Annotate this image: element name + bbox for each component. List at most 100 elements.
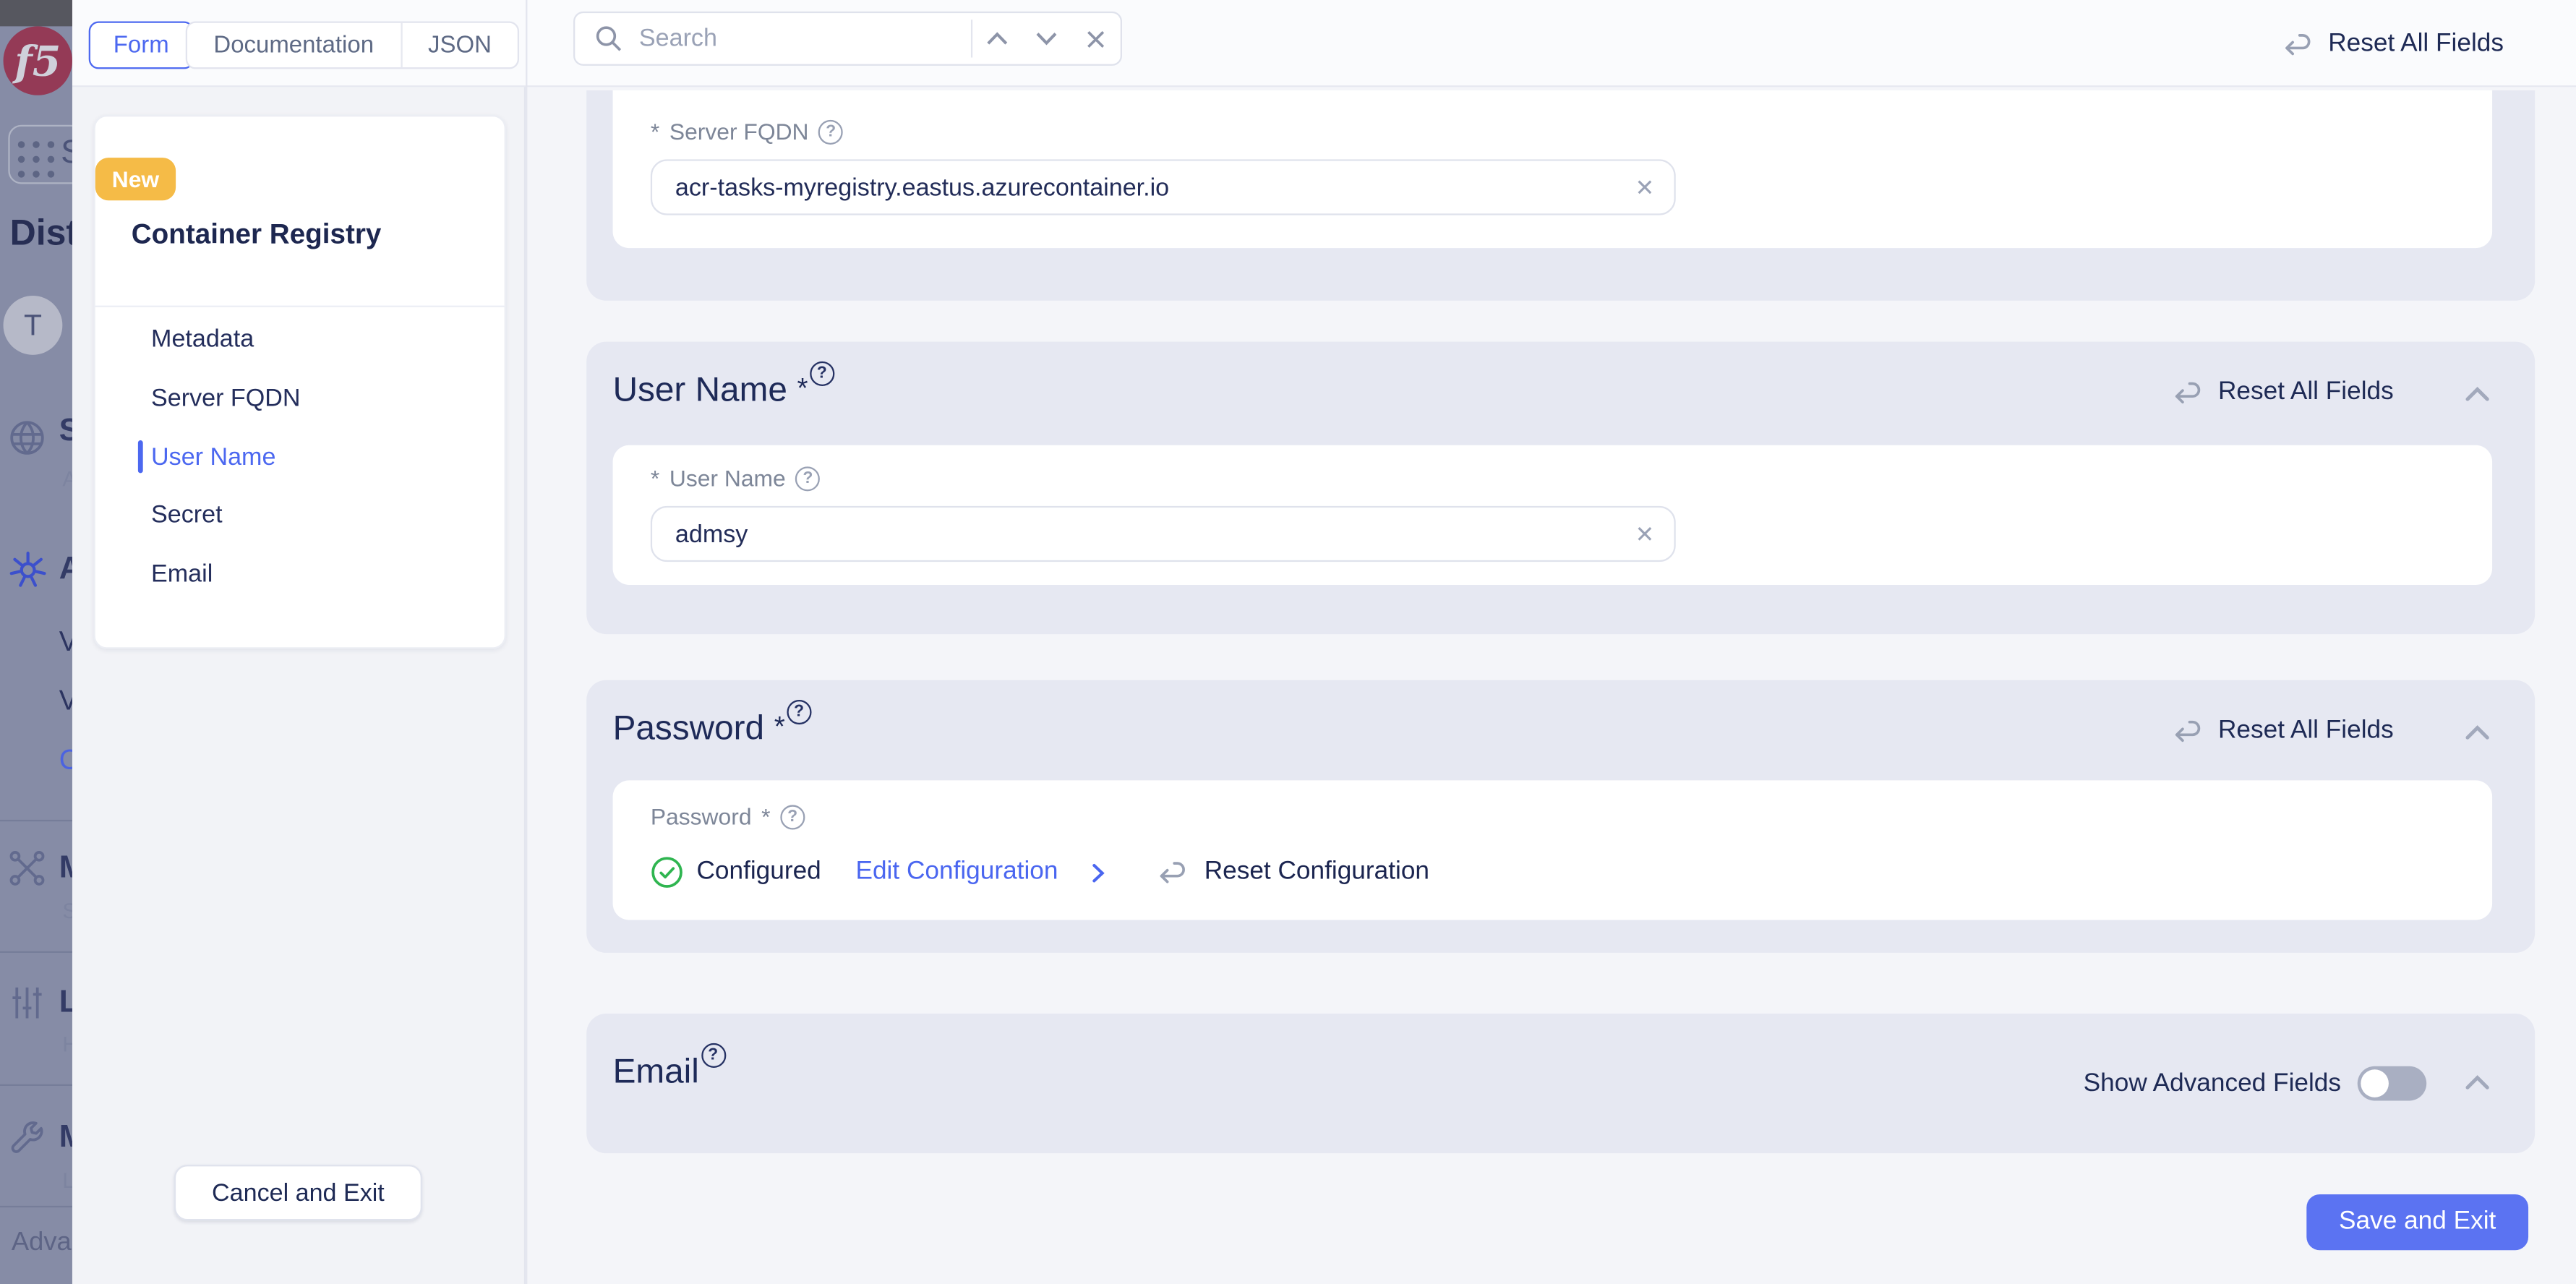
password-section-header: Password * ? [613,710,812,750]
tab-form-label: Form [114,32,169,58]
tab-json[interactable]: JSON [402,23,518,67]
nav-item-metadata[interactable]: Metadata [151,320,254,356]
section-title: User Name [613,372,787,411]
sidebar-footer-truncated[interactable]: Advan [12,1229,72,1259]
undo-icon [2280,29,2313,59]
user-name-card: * User Name ? ✕ [613,445,2493,585]
chevron-up-icon [2464,724,2490,741]
sidebar-item-label[interactable]: V [59,626,72,659]
user-name-section-header: User Name * ? [613,372,834,411]
collapse-section-button[interactable] [2464,724,2490,741]
console-header-strip [0,0,72,26]
wrench-icon [7,1117,48,1158]
user-name-input[interactable] [672,518,1635,549]
reset-fields-label: Reset All Fields [2218,378,2394,408]
save-and-exit-button[interactable]: Save and Exit [2306,1194,2528,1250]
f5-logo-text: f5 [14,40,61,82]
sidebar-item-label[interactable]: L [59,985,72,1022]
avatar[interactable]: T [4,296,63,355]
password-reset-button[interactable]: Reset All Fields [2170,716,2394,746]
password-card: Password * ? Configured Edit Configurati… [613,780,2493,920]
app-window: f5 S Dist T S A A [0,0,2576,1284]
tab-form[interactable]: Form [89,22,194,69]
mesh-icon [7,848,48,889]
nav-item-email[interactable]: Email [151,555,213,591]
sidebar-divider [0,1206,72,1207]
form-content: * Server FQDN ? ✕ User Name * ? [527,87,2576,1284]
help-icon[interactable]: ? [787,700,811,724]
required-mark: * [651,119,659,145]
show-advanced-fields-toggle[interactable] [2358,1066,2426,1101]
toggle-knob [2361,1069,2389,1097]
required-mark: * [774,711,785,744]
object-nav-card: New Container Registry Metadata Server F… [94,115,506,649]
search-clear-button[interactable] [1071,13,1121,64]
help-icon[interactable]: ? [810,361,834,386]
email-section-header: Email ? [613,1053,726,1093]
section-server-fqdn: * Server FQDN ? ✕ [586,90,2535,301]
chevron-right-icon[interactable] [1091,862,1105,883]
section-title: Email [613,1053,699,1093]
server-fqdn-input[interactable] [672,171,1635,202]
search-prev-button[interactable] [972,13,1022,64]
search-icon [595,25,623,53]
help-icon[interactable]: ? [701,1043,725,1068]
sidebar-item-label[interactable]: A [59,552,72,588]
sidebar-item-label[interactable]: M [59,1121,72,1157]
sidebar-divider [0,1084,72,1086]
nav-item-label: Server FQDN [151,384,300,412]
sidebar-item-sublabel: A [62,466,72,491]
globe-icon [7,417,48,458]
sidebar-item-label[interactable]: S [59,414,72,450]
tab-json-label: JSON [428,32,492,58]
clear-input-icon[interactable]: ✕ [1635,523,1655,546]
new-badge: New [95,158,176,200]
search-input[interactable] [636,23,971,54]
help-icon[interactable]: ? [795,466,820,490]
search-next-button[interactable] [1022,13,1071,64]
edit-configuration-link[interactable]: Edit Configuration [855,857,1058,887]
tab-documentation[interactable]: Documentation [187,23,400,67]
section-email: Email ? Show Advanced Fields [586,1014,2535,1153]
sidebar-item-sublabel: H [62,1032,72,1056]
server-fqdn-field-label: * Server FQDN ? [651,119,843,145]
nav-item-label: Secret [151,500,223,528]
user-name-reset-button[interactable]: Reset All Fields [2170,378,2394,408]
collapse-section-button[interactable] [2464,1074,2490,1091]
tab-documentation-label: Documentation [213,32,374,58]
password-field-label: Password * ? [651,803,805,829]
password-status-row: Configured Edit Configuration Reset Conf… [651,856,1429,889]
sidebar-divider [0,820,72,821]
server-fqdn-card: * Server FQDN ? ✕ [613,90,2493,248]
undo-icon [2170,716,2203,746]
chevron-up-icon [985,31,1009,46]
sidebar-item-label[interactable]: V [59,685,72,718]
field-label-text: User Name [669,465,786,491]
nav-item-label: Metadata [151,325,254,353]
user-name-field-label: * User Name ? [651,465,821,491]
sidebar-item-label[interactable]: M [59,851,72,887]
configured-status: Configured [696,857,821,887]
clear-input-icon[interactable]: ✕ [1635,176,1655,199]
check-circle-icon [651,856,683,889]
f5-logo: f5 [4,26,72,95]
search-bar [573,12,1122,66]
nav-item-secret[interactable]: Secret [151,496,223,532]
help-icon[interactable]: ? [780,804,805,829]
field-label-text: Server FQDN [669,119,809,145]
section-title: Password [613,710,765,750]
reset-configuration-button[interactable]: Reset Configuration [1204,857,1429,887]
chevron-down-icon [1035,31,1058,46]
nav-item-label: Email [151,560,213,588]
nav-item-server-fqdn[interactable]: Server FQDN [151,380,300,416]
sidebar-divider [0,951,72,953]
active-nav-indicator [138,440,142,473]
collapse-section-button[interactable] [2464,386,2490,403]
help-icon[interactable]: ? [818,119,843,144]
reset-all-fields-button[interactable]: Reset All Fields [2280,0,2504,87]
nav-item-user-name[interactable]: User Name [151,439,275,475]
console-title-truncated: Dist [10,212,72,254]
cancel-and-exit-button[interactable]: Cancel and Exit [174,1165,422,1220]
sidebar-item-label-active[interactable]: C [59,744,72,776]
sidebar-item-sublabel: L [62,1168,72,1193]
